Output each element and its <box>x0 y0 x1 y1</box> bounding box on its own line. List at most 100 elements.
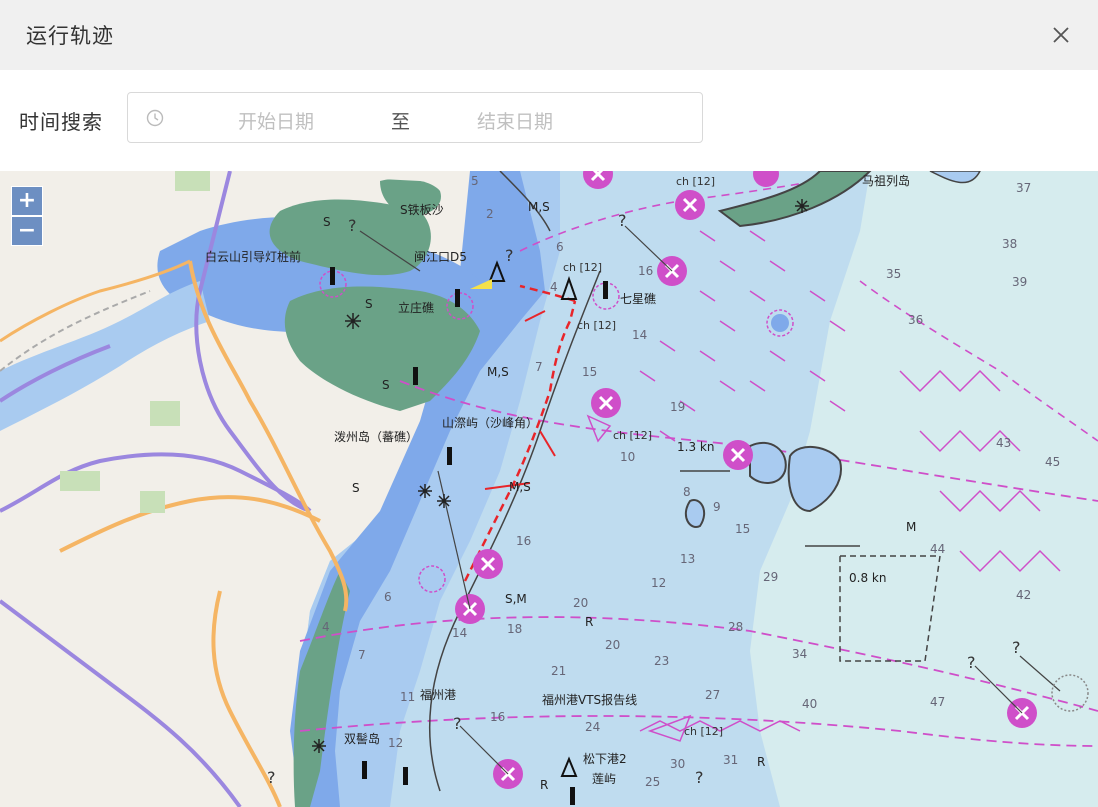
svg-text:25: 25 <box>645 775 660 789</box>
svg-text:14: 14 <box>452 626 467 640</box>
seabed-label-7: S <box>382 378 390 392</box>
end-date-input[interactable]: 结束日期 <box>477 107 637 134</box>
svg-text:47: 47 <box>930 695 945 709</box>
channel-label-1: ch [12] <box>676 175 715 188</box>
start-date-input[interactable]: 开始日期 <box>238 107 398 134</box>
svg-text:15: 15 <box>735 522 750 536</box>
svg-text:21: 21 <box>551 664 566 678</box>
label-minjiang-d5: 闽江口D5 <box>414 250 467 264</box>
current-label-2: 0.8 kn <box>849 571 886 585</box>
dialog-title: 运行轨迹 <box>26 24 114 48</box>
search-row: 时间搜索 开始日期 至 结束日期 <box>0 70 1098 170</box>
svg-text:?: ? <box>1012 638 1021 657</box>
svg-text:34: 34 <box>792 647 807 661</box>
svg-text:40: 40 <box>802 697 817 711</box>
seabed-label-6: S <box>365 297 373 311</box>
svg-text:6: 6 <box>384 590 392 604</box>
svg-text:20: 20 <box>573 596 588 610</box>
svg-text:5: 5 <box>471 174 479 188</box>
seabed-label-5: S <box>323 215 331 229</box>
svg-text:29: 29 <box>763 570 778 584</box>
svg-text:43: 43 <box>996 436 1011 450</box>
svg-text:42: 42 <box>1016 588 1031 602</box>
svg-text:?: ? <box>695 768 704 787</box>
channel-label-2: ch [12] <box>563 261 602 274</box>
svg-text:16: 16 <box>490 710 505 724</box>
svg-text:15: 15 <box>582 365 597 379</box>
svg-text:37: 37 <box>1016 181 1031 195</box>
seabed-label-12: R <box>540 778 548 792</box>
svg-text:12: 12 <box>651 576 666 590</box>
svg-text:?: ? <box>453 714 462 733</box>
date-range-picker[interactable]: 开始日期 至 结束日期 <box>127 92 703 143</box>
svg-text:18: 18 <box>507 622 522 636</box>
track-dialog: 运行轨迹 时间搜索 开始日期 至 结束日期 白云山引导灯桩前 闽江口D5 立庄礁… <box>0 0 1098 807</box>
green-park-2 <box>60 471 100 491</box>
zoom-out-button[interactable]: − <box>11 216 43 246</box>
seabed-label-10: R <box>585 615 593 629</box>
svg-text:12: 12 <box>388 736 403 750</box>
svg-text:7: 7 <box>358 648 366 662</box>
zoom-control: + − <box>11 186 43 246</box>
svg-text:?: ? <box>348 216 357 235</box>
svg-text:36: 36 <box>908 313 923 327</box>
seabed-label-4: S,M <box>505 592 527 606</box>
svg-text:44: 44 <box>930 542 945 556</box>
label-lianyu: 莲屿 <box>592 772 616 786</box>
channel-label-4: ch [12] <box>613 429 652 442</box>
seabed-label-9: M <box>906 520 916 534</box>
svg-text:24: 24 <box>585 720 600 734</box>
svg-text:31: 31 <box>723 753 738 767</box>
svg-text:10: 10 <box>620 450 635 464</box>
svg-text:16: 16 <box>638 264 653 278</box>
svg-text:30: 30 <box>670 757 685 771</box>
svg-text:4: 4 <box>322 620 330 634</box>
svg-text:?: ? <box>967 653 976 672</box>
close-icon[interactable] <box>1046 20 1076 50</box>
seabed-label-2: M,S <box>487 365 509 379</box>
label-baiyunshan: 白云山引导灯桩前 <box>205 249 301 264</box>
label-tiebansha: S铁板沙 <box>400 203 444 217</box>
nautical-map[interactable]: 白云山引导灯桩前 闽江口D5 立庄礁 S铁板沙 七星礁 马祖列岛 山漈屿（沙峰角… <box>0 171 1098 807</box>
range-separator: 至 <box>391 111 411 133</box>
green-park-1 <box>150 401 180 426</box>
label-mazuliedao: 马祖列岛 <box>862 173 910 188</box>
svg-text:27: 27 <box>705 688 720 702</box>
svg-text:9: 9 <box>713 500 721 514</box>
dialog-header: 运行轨迹 <box>0 0 1098 70</box>
label-qixingjiao: 七星礁 <box>620 291 656 306</box>
svg-text:45: 45 <box>1045 455 1060 469</box>
svg-text:4: 4 <box>550 280 558 294</box>
green-park-4 <box>175 171 210 191</box>
label-lizhuang: 立庄礁 <box>398 300 434 315</box>
channel-label-5: ch [12] <box>684 725 723 738</box>
svg-text:?: ? <box>505 246 514 265</box>
chart-canvas[interactable]: 白云山引导灯桩前 闽江口D5 立庄礁 S铁板沙 七星礁 马祖列岛 山漈屿（沙峰角… <box>0 171 1098 807</box>
label-fuzhougang: 福州港 <box>420 687 456 702</box>
light-buoy <box>771 314 789 332</box>
svg-text:35: 35 <box>886 267 901 281</box>
svg-text:20: 20 <box>605 638 620 652</box>
svg-text:?: ? <box>267 768 276 787</box>
label-shanzhouyu: 山漈屿（沙峰角） <box>442 415 538 430</box>
label-vts: 福州港VTS报告线 <box>542 692 637 707</box>
svg-text:11: 11 <box>400 690 415 704</box>
svg-text:7: 7 <box>535 360 543 374</box>
search-label: 时间搜索 <box>19 110 103 134</box>
seabed-label-8: S <box>352 481 360 495</box>
svg-text:19: 19 <box>670 400 685 414</box>
svg-text:2: 2 <box>486 207 494 221</box>
clock-icon <box>146 109 164 127</box>
seabed-label-3: M,S <box>509 480 531 494</box>
svg-text:28: 28 <box>728 620 743 634</box>
svg-text:8: 8 <box>683 485 691 499</box>
svg-text:39: 39 <box>1012 275 1027 289</box>
svg-text:6: 6 <box>556 240 564 254</box>
island-3 <box>684 499 706 528</box>
current-label-1: 1.3 kn <box>677 440 714 454</box>
zoom-in-button[interactable]: + <box>11 186 43 216</box>
label-shuangluoshan: 双髻岛 <box>344 731 380 746</box>
seabed-label-1: M,S <box>528 200 550 214</box>
channel-label-3: ch [12] <box>577 319 616 332</box>
svg-text:38: 38 <box>1002 237 1017 251</box>
